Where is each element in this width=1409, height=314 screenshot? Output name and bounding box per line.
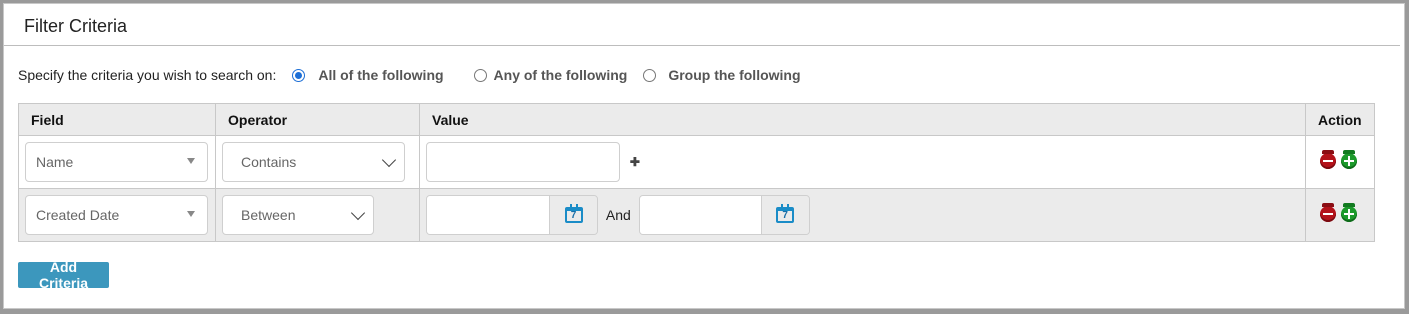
and-label: And	[605, 207, 631, 223]
chevron-down-icon	[381, 152, 397, 168]
date-to-input[interactable]	[639, 196, 761, 234]
header-action: Action	[1305, 103, 1375, 136]
add-row-icon[interactable]	[1341, 149, 1357, 169]
value-input[interactable]	[426, 142, 620, 182]
title-divider	[4, 45, 1400, 46]
criteria-mode-row: Specify the criteria you wish to search …	[18, 67, 801, 83]
dropdown-triangle-icon	[187, 211, 195, 217]
filter-criteria-panel: Filter Criteria Specify the criteria you…	[3, 3, 1405, 309]
field-select[interactable]: Name	[25, 142, 208, 182]
date-from-input[interactable]	[427, 196, 549, 234]
operator-select[interactable]: Between	[222, 195, 374, 235]
option-any-label: Any of the following	[493, 67, 628, 83]
dropdown-triangle-icon	[187, 158, 195, 164]
operator-select-value: Between	[241, 207, 296, 223]
date-to-picker-button[interactable]: 7	[760, 196, 809, 234]
add-row-icon[interactable]	[1341, 202, 1357, 222]
field-select-value: Created Date	[36, 207, 120, 223]
panel-title: Filter Criteria	[24, 16, 128, 36]
criteria-table: Field Operator Value Action Name Contain…	[18, 103, 1375, 242]
radio-group-following[interactable]	[643, 68, 657, 82]
calendar-icon: 7	[776, 204, 795, 223]
criteria-prompt: Specify the criteria you wish to search …	[18, 67, 277, 83]
remove-row-icon[interactable]	[1320, 202, 1336, 222]
operator-select[interactable]: Contains	[222, 142, 405, 182]
remove-row-icon[interactable]	[1320, 149, 1336, 169]
date-to-group: 7	[638, 195, 810, 235]
option-group-label: Group the following	[668, 67, 801, 83]
add-value-plus-icon[interactable]: ✚	[630, 155, 640, 169]
field-select[interactable]: Created Date	[25, 195, 208, 235]
option-all-label: All of the following	[318, 67, 444, 83]
operator-select-value: Contains	[241, 154, 297, 170]
header-field: Field	[18, 103, 216, 136]
calendar-icon: 7	[564, 204, 583, 223]
date-from-group: 7	[426, 195, 598, 235]
radio-any-of-following[interactable]	[473, 68, 487, 82]
date-from-picker-button[interactable]: 7	[549, 196, 597, 234]
radio-all-of-following[interactable]	[292, 68, 306, 82]
add-criteria-button[interactable]: Add Criteria	[18, 259, 109, 291]
chevron-down-icon	[350, 205, 366, 221]
table-row: Name Contains ✚	[18, 135, 1375, 189]
field-select-value: Name	[36, 154, 74, 170]
header-operator: Operator	[215, 103, 420, 136]
table-row: Created Date Between 7 And 7	[18, 188, 1375, 242]
header-value: Value	[419, 103, 1306, 136]
